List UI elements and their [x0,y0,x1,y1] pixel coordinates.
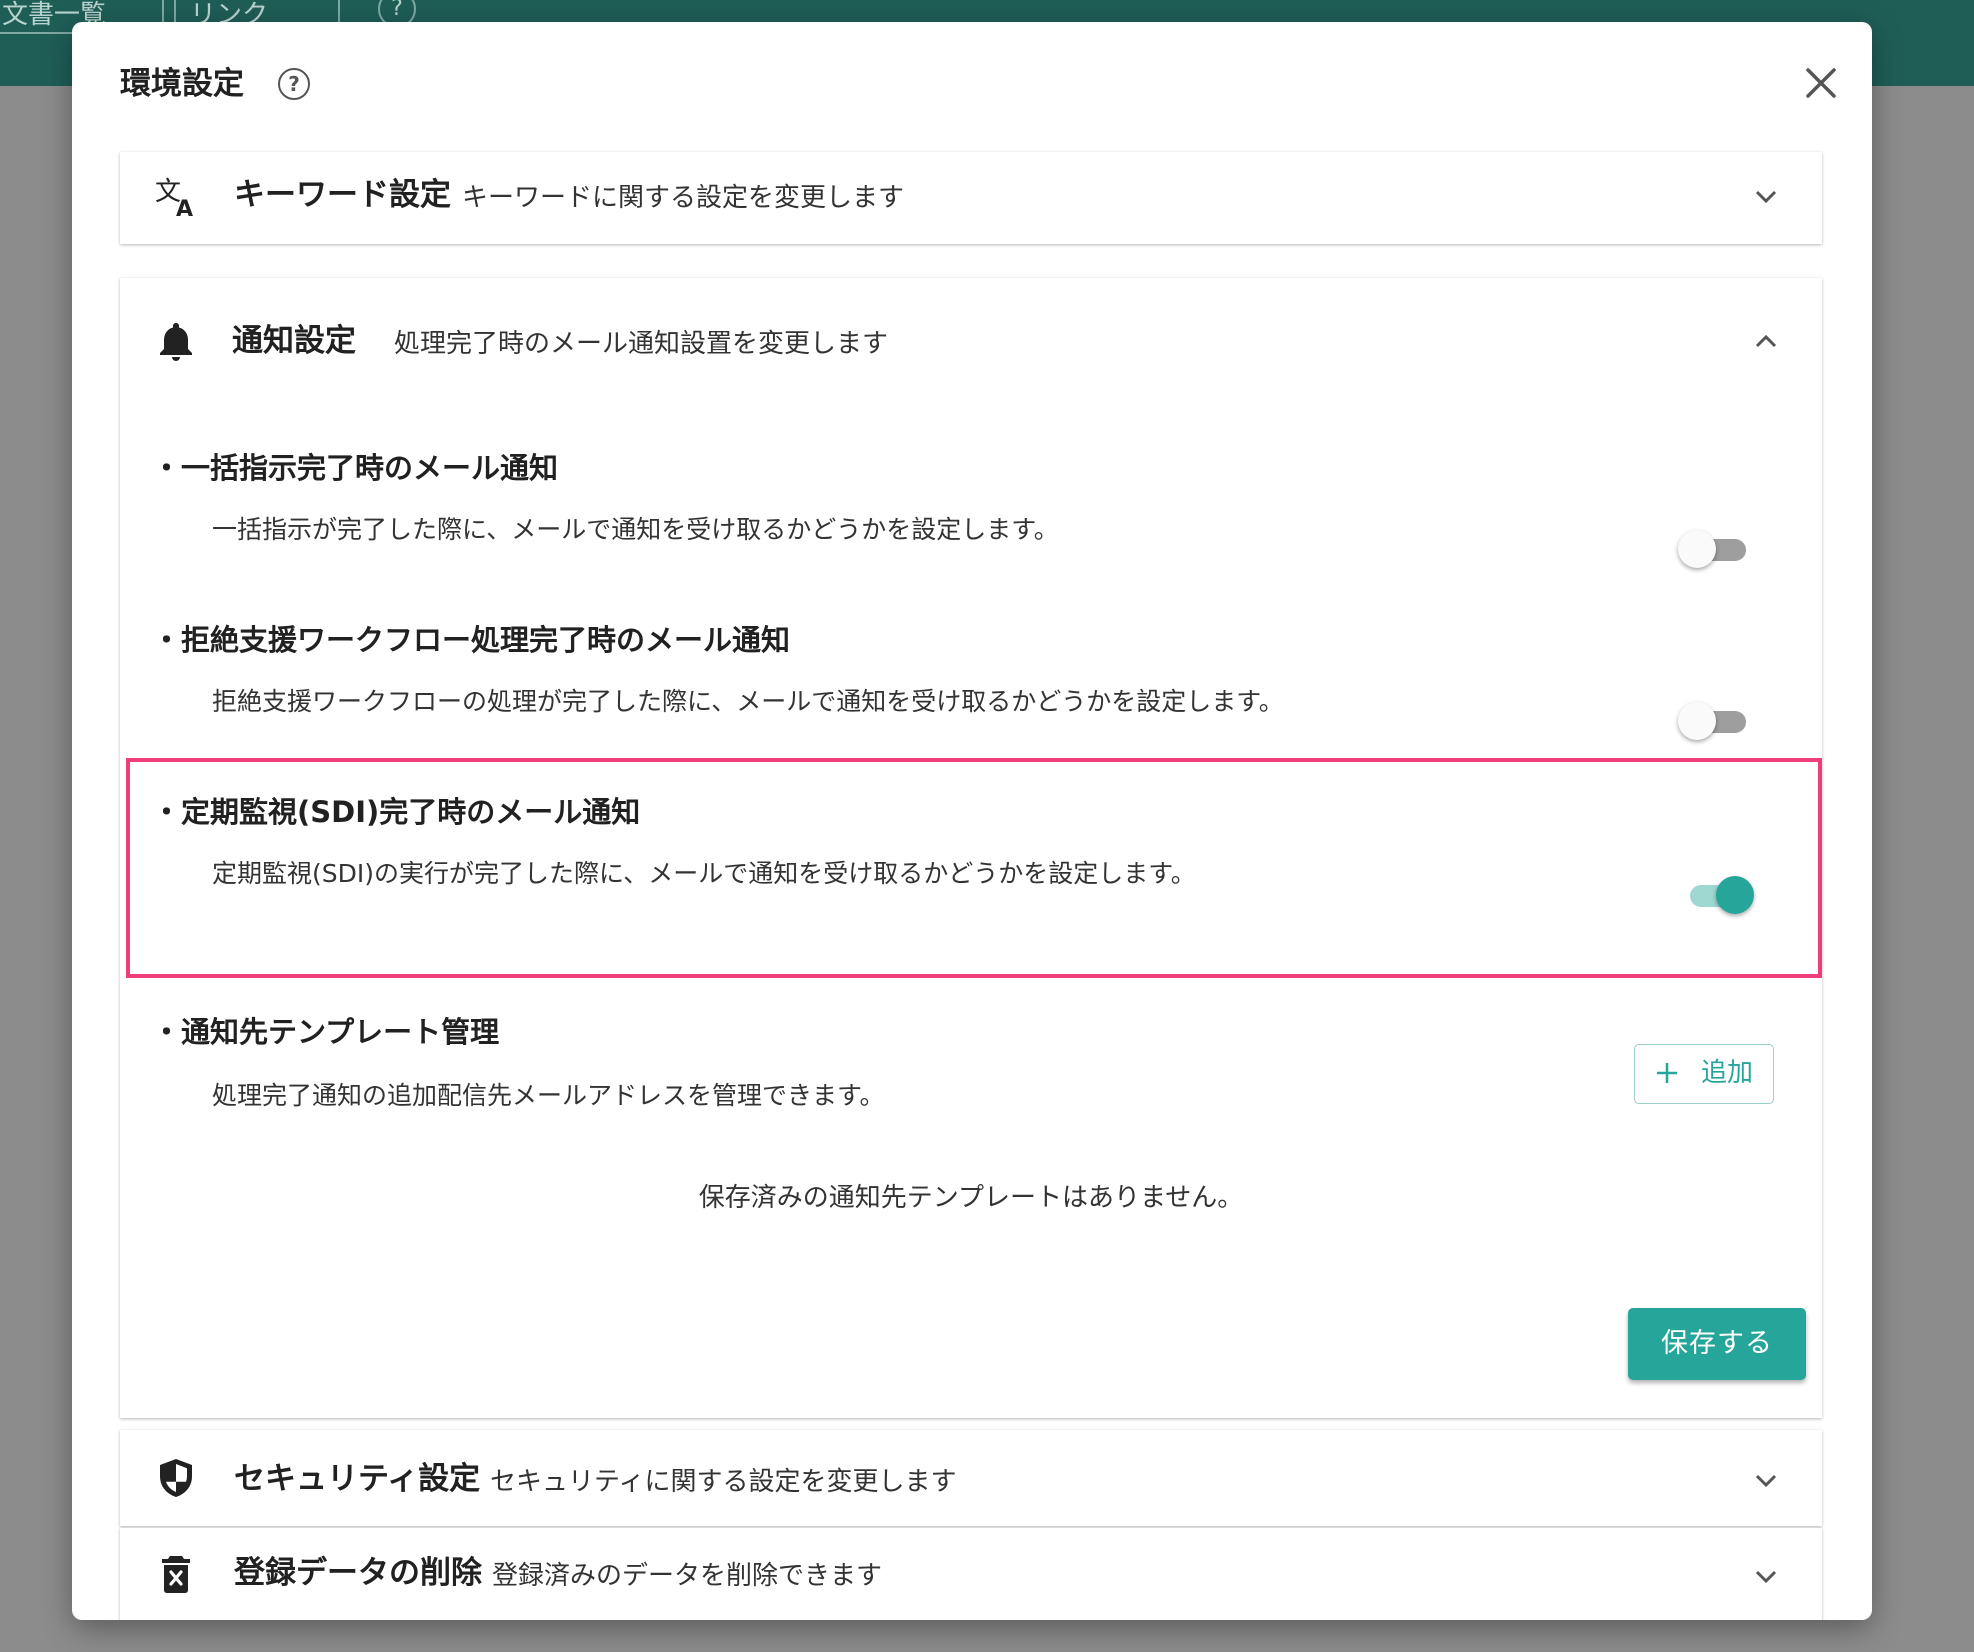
shield-icon [160,1459,192,1497]
notification-settings-header[interactable]: 通知設定 処理完了時のメール通知設置を変更します [120,278,1822,374]
bell-icon [160,323,192,361]
chevron-down-icon[interactable] [1750,180,1782,212]
rejection-workflow-notification-title: 拒絶支援ワークフロー処理完了時のメール通知 [174,620,790,660]
add-template-button[interactable]: 追加 [1634,1044,1774,1104]
settings-dialog: 環境設定 ? 文 A キーワード設定 キーワードに関する設定を変更します 通知設… [72,22,1872,1620]
keyword-settings-description: キーワードに関する設定を変更します [462,183,905,213]
delete-data-panel: 登録データの削除 登録済みのデータを削除できます [120,1528,1822,1620]
empty-template-message: 保存済みの通知先テンプレートはありません。 [698,1183,1244,1213]
toggle-thumb [1678,530,1716,568]
security-settings-panel: セキュリティ設定 セキュリティに関する設定を変更します [120,1430,1822,1526]
security-settings-header[interactable]: セキュリティ設定 セキュリティに関する設定を変更します [120,1430,1822,1526]
rejection-workflow-notification-toggle[interactable] [1678,700,1750,740]
chevron-down-icon[interactable] [1750,1560,1782,1592]
rejection-workflow-notification-description: 拒絶支援ワークフローの処理が完了した際に、メールで通知を受け取るかどうかを設定し… [212,687,1284,716]
add-button-label: 追加 [1701,1058,1754,1088]
batch-instruction-notification-title: 一括指示完了時のメール通知 [174,448,558,488]
batch-instruction-notification-description: 一括指示が完了した際に、メールで通知を受け取るかどうかを設定します。 [212,515,1059,544]
delete-data-description: 登録済みのデータを削除できます [492,1561,883,1591]
close-icon[interactable] [1796,58,1846,108]
dialog-title: 環境設定 [120,66,244,102]
save-button[interactable]: 保存する [1628,1308,1806,1380]
svg-text:A: A [176,197,193,218]
chevron-down-icon[interactable] [1750,1464,1782,1496]
highlight-box [126,758,1822,978]
translate-icon: 文 A [155,177,193,218]
chevron-up-icon[interactable] [1750,326,1782,358]
delete-data-header[interactable]: 登録データの削除 登録済みのデータを削除できます [120,1528,1822,1620]
notification-template-title: 通知先テンプレート管理 [174,1012,499,1052]
batch-instruction-notification-toggle[interactable] [1678,528,1750,568]
security-settings-description: セキュリティに関する設定を変更します [490,1467,957,1497]
keyword-settings-header[interactable]: 文 A キーワード設定 キーワードに関する設定を変更します [120,148,1822,244]
plus-icon [1657,1063,1677,1083]
keyword-settings-title: キーワード設定 [234,177,451,213]
help-icon[interactable]: ? [278,68,310,100]
delete-icon [162,1556,190,1593]
notification-settings-title: 通知設定 [232,323,356,359]
notification-template-description: 処理完了通知の追加配信先メールアドレスを管理できます。 [212,1081,885,1110]
keyword-settings-panel: 文 A キーワード設定 キーワードに関する設定を変更します [120,152,1822,244]
notification-settings-description: 処理完了時のメール通知設置を変更します [394,329,889,359]
delete-data-title: 登録データの削除 [234,1555,482,1591]
toggle-thumb [1678,702,1716,740]
security-settings-title: セキュリティ設定 [234,1461,481,1497]
